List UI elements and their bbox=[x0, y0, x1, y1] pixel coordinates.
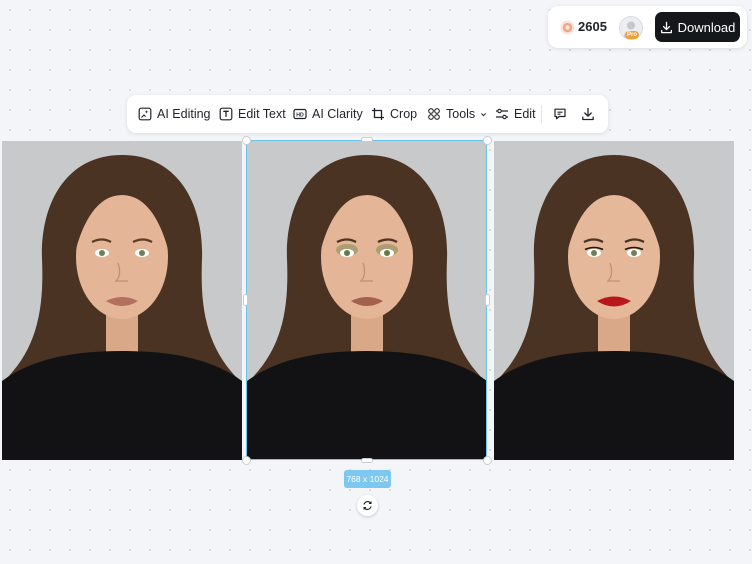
account-bar: 2605 Pro Download bbox=[548, 6, 747, 48]
portrait-red-lips[interactable] bbox=[494, 141, 734, 460]
tools-dropdown[interactable]: Tools bbox=[427, 95, 487, 133]
hd-icon: HD bbox=[293, 108, 307, 120]
crop-label: Crop bbox=[390, 107, 418, 121]
ai-clarity-button[interactable]: HD AI Clarity bbox=[293, 95, 363, 133]
resize-handle-bottom[interactable] bbox=[361, 458, 373, 463]
image-toolbar: AI Editing Edit Text HD AI Clarity Crop … bbox=[127, 95, 608, 133]
comment-button[interactable] bbox=[553, 95, 567, 133]
svg-text:HD: HD bbox=[296, 113, 304, 119]
ai-editing-button[interactable]: AI Editing bbox=[138, 95, 211, 133]
coin-icon bbox=[560, 20, 575, 35]
image-size-badge: 768 x 1024 bbox=[344, 470, 391, 488]
ai-editing-label: AI Editing bbox=[157, 107, 211, 121]
download-button[interactable]: Download bbox=[655, 12, 740, 42]
resize-handle-bottom-right[interactable] bbox=[483, 456, 492, 465]
edit-label: Edit bbox=[514, 107, 536, 121]
download-button-label: Download bbox=[677, 19, 736, 35]
rotate-button[interactable] bbox=[357, 495, 378, 516]
resize-handle-left[interactable] bbox=[243, 294, 248, 306]
tools-label: Tools bbox=[446, 107, 476, 121]
crop-icon bbox=[372, 108, 384, 120]
credit-count: 2605 bbox=[578, 19, 607, 34]
portrait-natural-image bbox=[2, 141, 242, 460]
crop-button[interactable]: Crop bbox=[371, 95, 417, 133]
comment-icon bbox=[554, 108, 566, 120]
resize-handle-right[interactable] bbox=[485, 294, 490, 306]
ai-clarity-label: AI Clarity bbox=[312, 107, 363, 121]
resize-handle-top[interactable] bbox=[361, 137, 373, 142]
toolbar-divider bbox=[541, 105, 542, 123]
rotate-icon bbox=[363, 501, 372, 510]
resize-handle-top-left[interactable] bbox=[242, 136, 251, 145]
edit-text-button[interactable]: Edit Text bbox=[219, 95, 286, 133]
toolbar-download-button[interactable] bbox=[581, 95, 595, 133]
ai-edit-icon bbox=[138, 107, 152, 121]
edit-button[interactable]: Edit bbox=[495, 95, 536, 133]
grid-icon bbox=[428, 108, 440, 120]
edit-text-label: Edit Text bbox=[238, 107, 286, 121]
portrait-natural[interactable] bbox=[2, 141, 242, 460]
text-icon bbox=[219, 107, 233, 121]
sliders-icon bbox=[496, 108, 508, 120]
pro-badge: Pro bbox=[625, 31, 640, 39]
resize-handle-bottom-left[interactable] bbox=[242, 456, 251, 465]
portrait-green-eyeshadow-image bbox=[247, 141, 487, 460]
download-icon bbox=[582, 107, 594, 121]
resize-handle-top-right[interactable] bbox=[483, 136, 492, 145]
download-icon bbox=[660, 21, 672, 33]
portrait-green-eyeshadow[interactable] bbox=[247, 141, 487, 460]
chevron-down-icon bbox=[481, 112, 487, 116]
portrait-red-lips-image bbox=[494, 141, 734, 460]
